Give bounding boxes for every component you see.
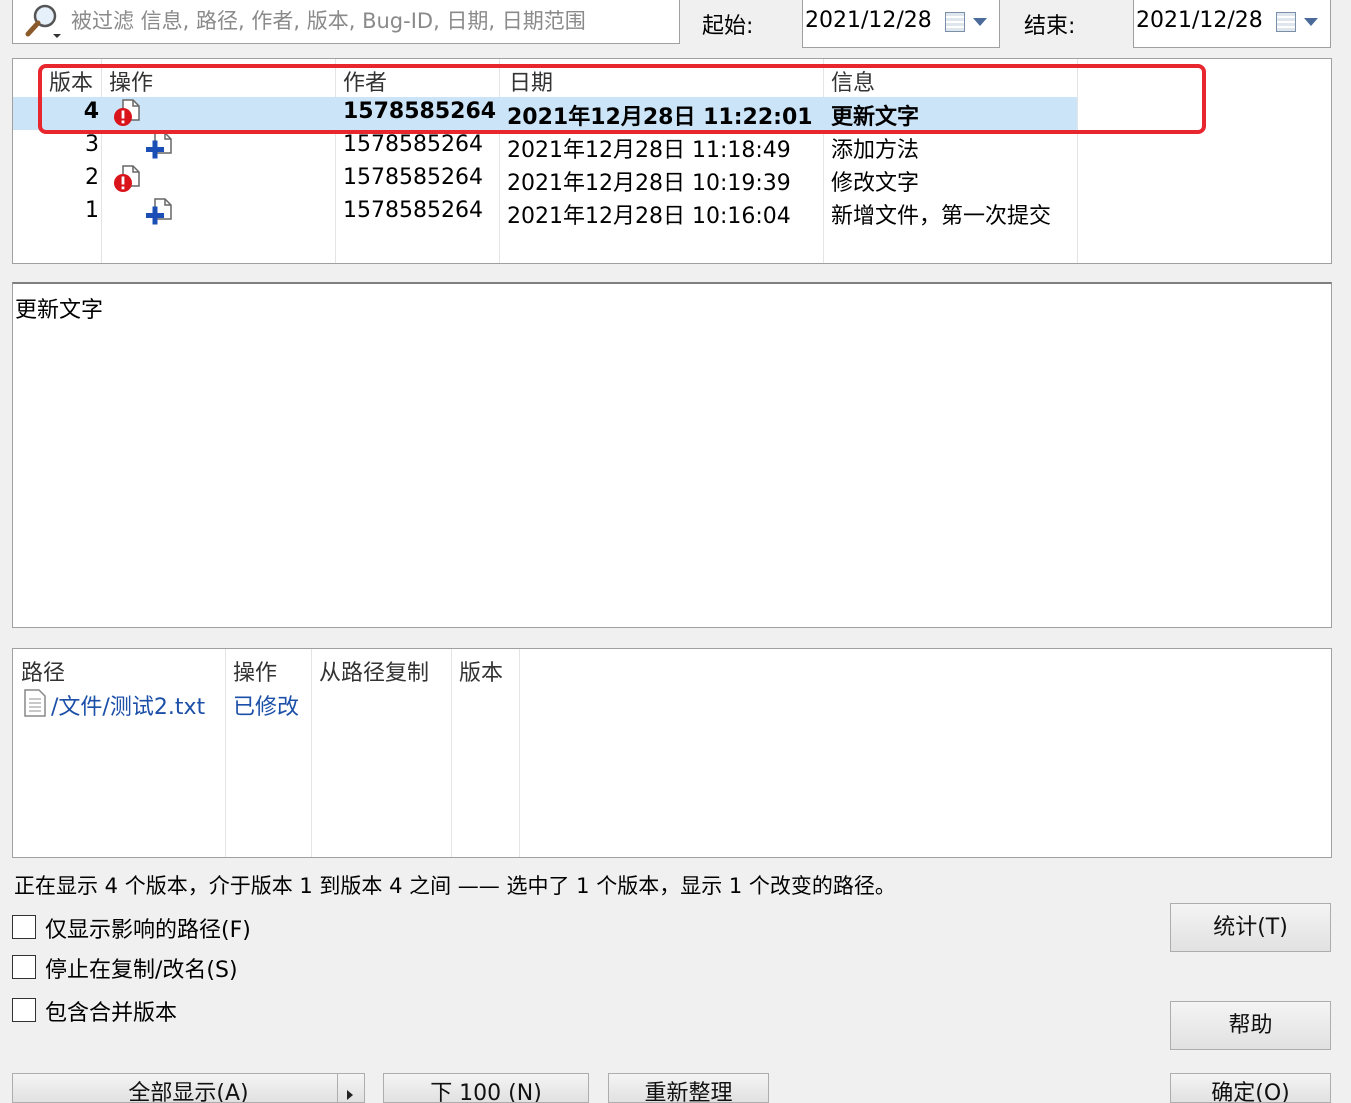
revision-cell: 2 (85, 165, 99, 190)
show-all-button-label: 全部显示(A) (128, 1081, 249, 1103)
end-date-picker[interactable]: 2021/12/28 (1133, 0, 1331, 48)
search-input[interactable] (71, 4, 671, 38)
affected-paths-checkbox[interactable] (12, 915, 36, 939)
changed-paths-list[interactable]: 路径 操作 从路径复制 版本 /文件/测试2.txt 已修改 (12, 648, 1332, 858)
column-header-action[interactable]: 操作 (233, 655, 277, 687)
added-icon (143, 197, 175, 227)
search-box[interactable] (12, 0, 680, 44)
modified-icon (111, 164, 143, 194)
log-message-pane[interactable]: 更新文字 (12, 282, 1332, 628)
date-cell: 2021年12月28日 11:18:49 (507, 138, 791, 163)
ok-button-label: 确定(O) (1211, 1081, 1290, 1103)
start-date-label: 起始: (702, 14, 754, 39)
status-summary: 正在显示 4 个版本，介于版本 1 到版本 4 之间 —— 选中了 1 个版本，… (14, 874, 896, 898)
author-cell: 1578585264 (343, 165, 483, 190)
path-action-cell: 已修改 (233, 695, 300, 720)
message-cell: 添加方法 (831, 138, 920, 163)
show-all-button[interactable]: 全部显示(A) (12, 1073, 365, 1103)
revision-cell: 3 (85, 132, 99, 157)
calendar-icon[interactable] (945, 12, 965, 32)
log-row[interactable]: 1 1578585264 2021年12月28日 10:16:04 新增文件，第… (13, 196, 1077, 229)
stop-on-copy-label[interactable]: 停止在复制/改名(S) (45, 952, 238, 984)
refresh-button-label: 重新整理 (644, 1081, 733, 1103)
start-date-value: 2021/12/28 (805, 8, 932, 33)
end-date-label: 结束: (1024, 14, 1076, 39)
added-icon (143, 131, 175, 161)
column-header-path[interactable]: 路径 (21, 655, 65, 687)
column-header-path-revision[interactable]: 版本 (459, 655, 503, 687)
author-cell: 1578585264 (343, 132, 483, 157)
date-cell: 2021年12月28日 10:19:39 (507, 171, 791, 196)
chevron-right-icon[interactable] (347, 1090, 353, 1100)
stop-on-copy-checkbox[interactable] (12, 955, 36, 979)
statistics-button[interactable]: 统计(T) (1170, 903, 1331, 952)
author-cell: 1578585264 (343, 198, 483, 223)
start-date-picker[interactable]: 2021/12/28 (802, 0, 1000, 48)
help-button-label: 帮助 (1228, 1013, 1273, 1038)
file-icon (23, 689, 47, 717)
message-cell: 修改文字 (831, 171, 920, 196)
affected-paths-label[interactable]: 仅显示影响的路径(F) (45, 912, 251, 944)
next-100-button-label: 下 100 (N) (430, 1081, 542, 1103)
chevron-down-icon[interactable] (973, 18, 987, 26)
refresh-button[interactable]: 重新整理 (608, 1073, 769, 1103)
highlight-frame (38, 64, 1206, 134)
end-date-value: 2021/12/28 (1136, 8, 1263, 33)
calendar-icon[interactable] (1276, 12, 1296, 32)
path-cell[interactable]: /文件/测试2.txt (51, 689, 205, 721)
message-cell: 新增文件，第一次提交 (831, 204, 1052, 229)
search-icon[interactable] (23, 2, 67, 40)
include-merged-label[interactable]: 包含合并版本 (45, 995, 177, 1027)
next-100-button[interactable]: 下 100 (N) (383, 1073, 589, 1103)
statistics-button-label: 统计(T) (1213, 915, 1288, 940)
include-merged-checkbox[interactable] (12, 998, 36, 1022)
chevron-down-icon[interactable] (1304, 18, 1318, 26)
log-row[interactable]: 2 1578585264 2021年12月28日 10:19:39 修改文字 (13, 163, 1077, 196)
date-cell: 2021年12月28日 10:16:04 (507, 204, 791, 229)
log-message-text: 更新文字 (15, 298, 104, 323)
log-row[interactable]: 3 1578585264 2021年12月28日 11:18:49 添加方法 (13, 130, 1077, 163)
column-header-copy-from[interactable]: 从路径复制 (319, 655, 429, 687)
revision-cell: 1 (85, 198, 99, 223)
help-button[interactable]: 帮助 (1170, 1001, 1331, 1050)
ok-button[interactable]: 确定(O) (1170, 1073, 1331, 1103)
